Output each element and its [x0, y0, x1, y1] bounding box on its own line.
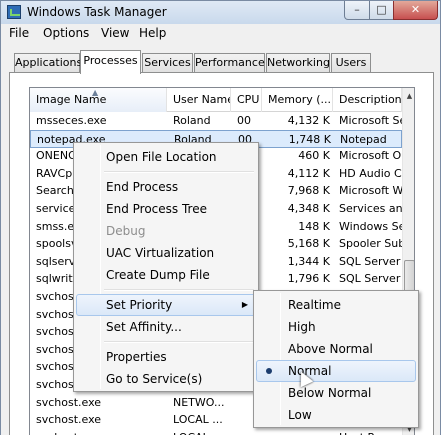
- priority-label: Realtime: [288, 298, 341, 312]
- priority-above-normal[interactable]: Above Normal: [256, 338, 416, 360]
- menu-view[interactable]: View: [101, 26, 129, 40]
- cell-desc: Spooler Subs: [339, 237, 402, 251]
- cell-desc: HD Audio Co: [339, 166, 402, 180]
- priority-low[interactable]: Low: [256, 404, 416, 426]
- priority-label: High: [288, 320, 316, 334]
- cell-cpu: 00: [237, 114, 251, 127]
- tab-networking[interactable]: Networking: [266, 53, 330, 73]
- close-button[interactable]: ✕: [393, 1, 438, 20]
- priority-submenu: Realtime High Above Normal Normal Below Norm…: [253, 290, 419, 428]
- menu-file[interactable]: File: [9, 26, 29, 40]
- menu-item-label: Go to Service(s): [106, 372, 203, 386]
- cell-desc: Microsoft Or: [339, 149, 402, 163]
- column-image-name[interactable]: ▲ Image Name: [30, 88, 167, 112]
- priority-high[interactable]: High: [256, 316, 416, 338]
- cell-mem: 4,348 K: [287, 202, 330, 215]
- menu-item-label: End Process: [106, 180, 179, 194]
- menu-separator: [104, 341, 254, 343]
- tab-users[interactable]: Users: [331, 53, 371, 73]
- menu-item-label: Open File Location: [106, 150, 217, 164]
- menu-item-label: End Process Tree: [106, 202, 207, 216]
- task-manager-window: Windows Task Manager – □ ✕ File Options …: [0, 0, 441, 435]
- cell-image: svchost.exe: [30, 429, 167, 435]
- menu-item-label: Set Affinity...: [106, 320, 182, 334]
- radio-selected-icon: [266, 368, 272, 374]
- tab-applications[interactable]: Applications: [14, 53, 82, 73]
- cell-user: NETWO...: [173, 395, 225, 409]
- tab-services[interactable]: Services: [142, 53, 193, 73]
- cell-mem: 148 K: [298, 219, 330, 233]
- menu-item-label: Create Dump File: [106, 268, 210, 282]
- task-manager-icon: [7, 5, 21, 19]
- menu-item-end-process[interactable]: End Process: [76, 176, 256, 198]
- cell-desc: SQL Server \: [339, 254, 402, 268]
- cell-mem: 1,344 K: [287, 254, 330, 268]
- cell-mem: 4,132 K: [287, 114, 330, 127]
- scroll-up-icon[interactable]: ▲: [403, 88, 414, 104]
- minimize-button[interactable]: –: [344, 1, 370, 20]
- cell-user: LOCAL ...: [173, 413, 223, 427]
- menu-item-properties[interactable]: Properties: [76, 346, 256, 368]
- cell-image: svchost.exe: [36, 395, 102, 409]
- title-bar[interactable]: Windows Task Manager – □ ✕: [1, 1, 440, 24]
- cell-mem: [262, 429, 333, 435]
- cell-mem: 7,968 K: [287, 184, 330, 198]
- cell-desc: Notepad: [340, 132, 387, 146]
- column-description[interactable]: Description: [333, 88, 402, 112]
- cell-mem: 4,112 K: [287, 166, 330, 180]
- cell-desc: Services and: [339, 202, 402, 215]
- menu-item-set-priority[interactable]: Set Priority ▶: [76, 294, 256, 316]
- sort-ascending-icon: ▲: [92, 88, 99, 97]
- list-header: ▲ Image Name User Name CPU Memory (... D…: [30, 88, 402, 112]
- cell-mem: 460 K: [298, 149, 330, 163]
- priority-normal[interactable]: Normal: [256, 360, 416, 382]
- cell-desc: Microsoft Se: [339, 114, 402, 127]
- window-title: Windows Task Manager: [27, 5, 167, 19]
- menu-options[interactable]: Options: [43, 26, 89, 40]
- menu-item-create-dump-file[interactable]: Create Dump File: [76, 264, 256, 286]
- cell-desc: Microsoft Wi: [339, 184, 402, 198]
- menu-item-debug: Debug: [76, 220, 256, 242]
- cell-desc: SQL Server \: [339, 272, 402, 286]
- menu-item-uac-virtualization[interactable]: UAC Virtualization: [76, 242, 256, 264]
- menu-item-label: Debug: [106, 224, 146, 238]
- cell-mem: 1,796 K: [287, 272, 330, 286]
- priority-label: Above Normal: [288, 342, 373, 356]
- menu-item-go-to-service-s[interactable]: Go to Service(s): [76, 368, 256, 390]
- column-cpu[interactable]: CPU: [231, 88, 262, 112]
- menu-item-open-file-location[interactable]: Open File Location: [76, 146, 256, 168]
- cell-user: Roland: [173, 114, 211, 127]
- maximize-button[interactable]: □: [369, 1, 394, 20]
- cell-desc: Windows Se: [339, 219, 402, 233]
- cell-mem: 1,748 K: [288, 132, 331, 146]
- menu-item-label: Set Priority: [106, 298, 173, 312]
- cell-image: msseces.exe: [36, 114, 107, 127]
- table-row[interactable]: msseces.exe Roland 00 4,132 K Microsoft Se: [30, 112, 402, 130]
- table-row[interactable]: svchost.exeLOCAL ... Host Process: [30, 429, 402, 435]
- menu-bar: File Options View Help: [1, 24, 440, 43]
- column-user-name[interactable]: User Name: [167, 88, 231, 112]
- menu-help[interactable]: Help: [139, 26, 166, 40]
- process-context-menu: Open File Location End Process End Process…: [73, 142, 259, 392]
- menu-item-end-process-tree[interactable]: End Process Tree: [76, 198, 256, 220]
- menu-item-set-affinity[interactable]: Set Affinity...: [76, 316, 256, 338]
- cell-cpu: [231, 429, 262, 435]
- priority-below-normal[interactable]: Below Normal: [256, 382, 416, 404]
- tab-processes[interactable]: Processes: [80, 50, 141, 74]
- priority-label: Low: [288, 408, 312, 422]
- cell-image: svchost.exe: [36, 413, 102, 427]
- menu-item-label: Properties: [106, 350, 167, 364]
- cell-desc: Host Process: [333, 429, 402, 435]
- tab-performance[interactable]: Performance: [194, 53, 265, 73]
- tab-strip: Applications Processes Services Performa…: [1, 43, 440, 74]
- menu-separator: [104, 289, 254, 291]
- cell-mem: 5,168 K: [287, 237, 330, 251]
- column-memory[interactable]: Memory (...: [262, 88, 333, 112]
- cell-user: LOCAL ...: [167, 429, 231, 435]
- submenu-arrow-icon: ▶: [241, 300, 248, 309]
- priority-realtime[interactable]: Realtime: [256, 294, 416, 316]
- menu-separator: [104, 171, 254, 173]
- menu-item-label: UAC Virtualization: [106, 246, 215, 260]
- priority-label: Below Normal: [288, 386, 372, 400]
